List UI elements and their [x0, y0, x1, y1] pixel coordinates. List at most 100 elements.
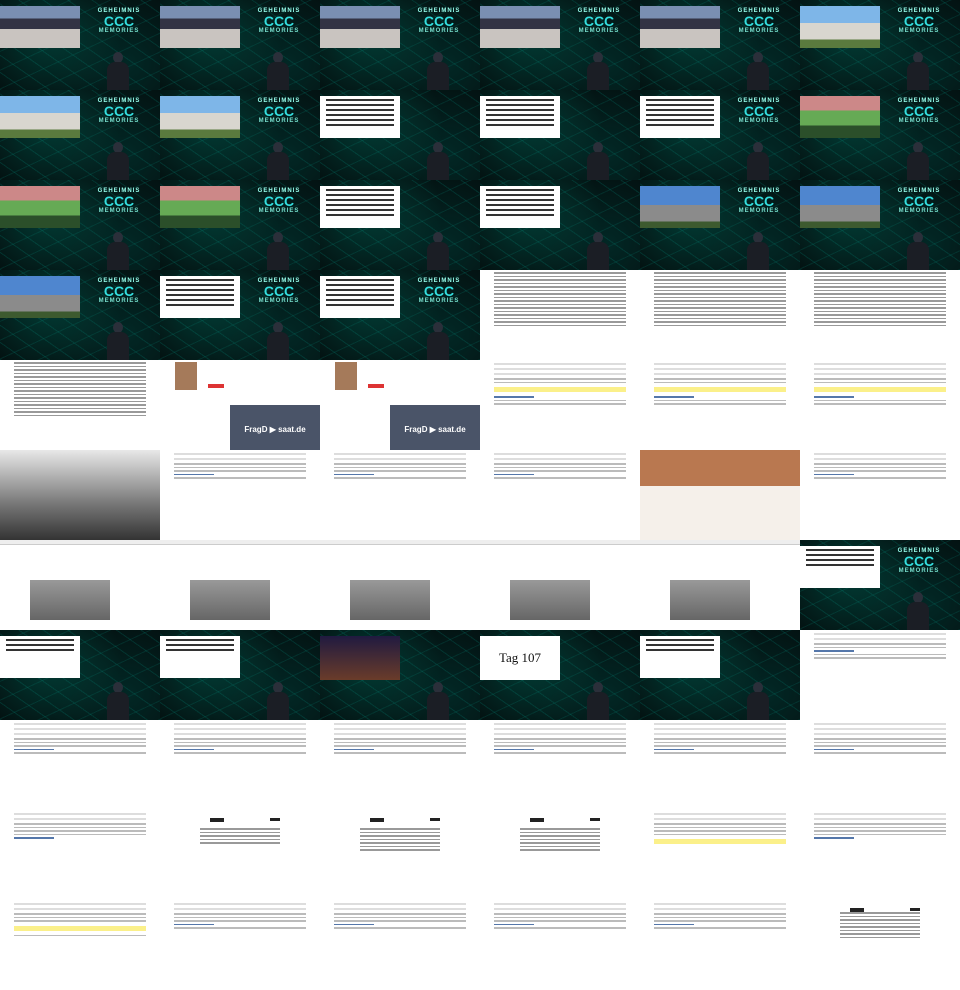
- thumbnail[interactable]: [320, 630, 480, 720]
- red-button: [368, 384, 384, 388]
- thumbnail[interactable]: [480, 900, 640, 990]
- thumbnail[interactable]: [320, 810, 480, 900]
- thumbnail[interactable]: GEHEIMNIS CCC MEMORIES: [800, 180, 960, 270]
- thumbnail[interactable]: [160, 810, 320, 900]
- thumbnail[interactable]: [800, 450, 960, 540]
- document-photo: [480, 186, 560, 228]
- thumbnail[interactable]: [800, 810, 960, 900]
- thumbnail[interactable]: FragD ▶ saat.de: [160, 360, 320, 450]
- document-photo: [320, 276, 400, 318]
- thumbnail[interactable]: [320, 180, 480, 270]
- thumbnail[interactable]: [640, 270, 800, 360]
- thumbnail[interactable]: [800, 900, 960, 990]
- thumbnail[interactable]: [320, 900, 480, 990]
- logo-line: MEMORIES: [258, 118, 300, 124]
- thumbnail[interactable]: [160, 450, 320, 540]
- thumbnail[interactable]: [480, 270, 640, 360]
- email-screenshot: [640, 720, 800, 810]
- thumbnail-row: [0, 720, 960, 810]
- thumbnail[interactable]: [320, 540, 480, 630]
- logo-line: CCC: [743, 13, 775, 29]
- logo-line: MEMORIES: [258, 28, 300, 34]
- thumbnail[interactable]: [800, 360, 960, 450]
- thumbnail[interactable]: [480, 450, 640, 540]
- speaker-figure: [905, 142, 931, 180]
- thumbnail[interactable]: GEHEIMNIS CCC MEMORIES: [0, 270, 160, 360]
- thumbnail[interactable]: [480, 720, 640, 810]
- thumbnail[interactable]: [800, 270, 960, 360]
- thumbnail[interactable]: [640, 360, 800, 450]
- logo-line: MEMORIES: [98, 208, 140, 214]
- thumbnail[interactable]: Tag 107: [480, 630, 640, 720]
- thumbnail[interactable]: GEHEIMNIS CCC MEMORIES: [0, 0, 160, 90]
- thumbnail[interactable]: [0, 360, 160, 450]
- thumbnail[interactable]: [480, 90, 640, 180]
- thumbnail[interactable]: [640, 900, 800, 990]
- video-label: FragD ▶ saat.de: [244, 425, 306, 434]
- email-screenshot: [0, 720, 160, 810]
- thumbnail[interactable]: GEHEIMNIS CCC MEMORIES: [640, 180, 800, 270]
- thumbnail[interactable]: [640, 540, 800, 630]
- thumbnail[interactable]: [0, 720, 160, 810]
- email-screenshot: [0, 810, 160, 900]
- building-photo: [800, 186, 880, 228]
- thumbnail[interactable]: GEHEIMNIS CCC MEMORIES: [640, 90, 800, 180]
- thumbnail[interactable]: [640, 720, 800, 810]
- document-page: [640, 270, 800, 360]
- thumbnail[interactable]: [480, 180, 640, 270]
- thumbnail[interactable]: GEHEIMNIS CCC MEMORIES: [800, 540, 960, 630]
- thumbnail[interactable]: GEHEIMNIS CCC MEMORIES: [160, 0, 320, 90]
- thumbnail[interactable]: [640, 630, 800, 720]
- thumbnail[interactable]: [320, 450, 480, 540]
- thumbnail[interactable]: GEHEIMNIS CCC MEMORIES: [160, 90, 320, 180]
- thumbnail[interactable]: FragD ▶ saat.de: [320, 360, 480, 450]
- thumbnail[interactable]: [640, 450, 800, 540]
- crowd-photo: [0, 186, 80, 228]
- building-photo: [0, 96, 80, 138]
- thumbnail[interactable]: GEHEIMNIS CCC MEMORIES: [640, 0, 800, 90]
- thumbnail[interactable]: [480, 360, 640, 450]
- thumbnail[interactable]: GEHEIMNIS CCC MEMORIES: [160, 180, 320, 270]
- thumbnail[interactable]: GEHEIMNIS CCC MEMORIES: [0, 180, 160, 270]
- thumbnail[interactable]: [0, 630, 160, 720]
- thumbnail[interactable]: GEHEIMNIS CCC MEMORIES: [0, 90, 160, 180]
- logo-line: MEMORIES: [898, 568, 940, 574]
- thumbnail[interactable]: [480, 540, 640, 630]
- speaker-figure: [425, 232, 451, 270]
- thumbnail[interactable]: [160, 540, 320, 630]
- email-screenshot: [480, 900, 640, 990]
- contact-sheet: GEHEIMNIS CCC MEMORIES GEHEIMNIS CCC MEM…: [0, 0, 960, 990]
- document-page: [480, 270, 640, 360]
- thumbnail[interactable]: [800, 720, 960, 810]
- thumbnail[interactable]: [160, 720, 320, 810]
- logo-line: CCC: [103, 193, 135, 209]
- logo-line: CCC: [423, 283, 455, 299]
- thumbnail[interactable]: GEHEIMNIS CCC MEMORIES: [320, 270, 480, 360]
- thumbnail[interactable]: [0, 900, 160, 990]
- thumbnail[interactable]: [0, 450, 160, 540]
- logo: GEHEIMNIS CCC MEMORIES: [240, 185, 318, 225]
- email-screenshot: [800, 720, 960, 810]
- thumbnail[interactable]: GEHEIMNIS CCC MEMORIES: [480, 0, 640, 90]
- thumbnail[interactable]: [320, 90, 480, 180]
- thumbnail[interactable]: [320, 720, 480, 810]
- thumbnail[interactable]: [0, 540, 160, 630]
- thumbnail[interactable]: [0, 810, 160, 900]
- thumbnail[interactable]: GEHEIMNIS CCC MEMORIES: [160, 270, 320, 360]
- thumbnail[interactable]: GEHEIMNIS CCC MEMORIES: [800, 90, 960, 180]
- thumbnail[interactable]: [640, 810, 800, 900]
- thumbnail-row: GEHEIMNIS CCC MEMORIES GEHEIMNIS CCC MEM…: [0, 180, 960, 270]
- thumbnail[interactable]: [160, 630, 320, 720]
- thumbnail[interactable]: [160, 900, 320, 990]
- logo: GEHEIMNIS CCC MEMORIES: [720, 185, 798, 225]
- logo-line: CCC: [743, 193, 775, 209]
- thumbnail[interactable]: [800, 630, 960, 720]
- email-screenshot: [480, 720, 640, 810]
- thumbnail[interactable]: GEHEIMNIS CCC MEMORIES: [320, 0, 480, 90]
- email-screenshot: [640, 900, 800, 990]
- logo-line: CCC: [903, 103, 935, 119]
- stage-photo: [320, 636, 400, 680]
- article-screenshot: [160, 540, 320, 630]
- thumbnail[interactable]: [480, 810, 640, 900]
- thumbnail[interactable]: GEHEIMNIS CCC MEMORIES: [800, 0, 960, 90]
